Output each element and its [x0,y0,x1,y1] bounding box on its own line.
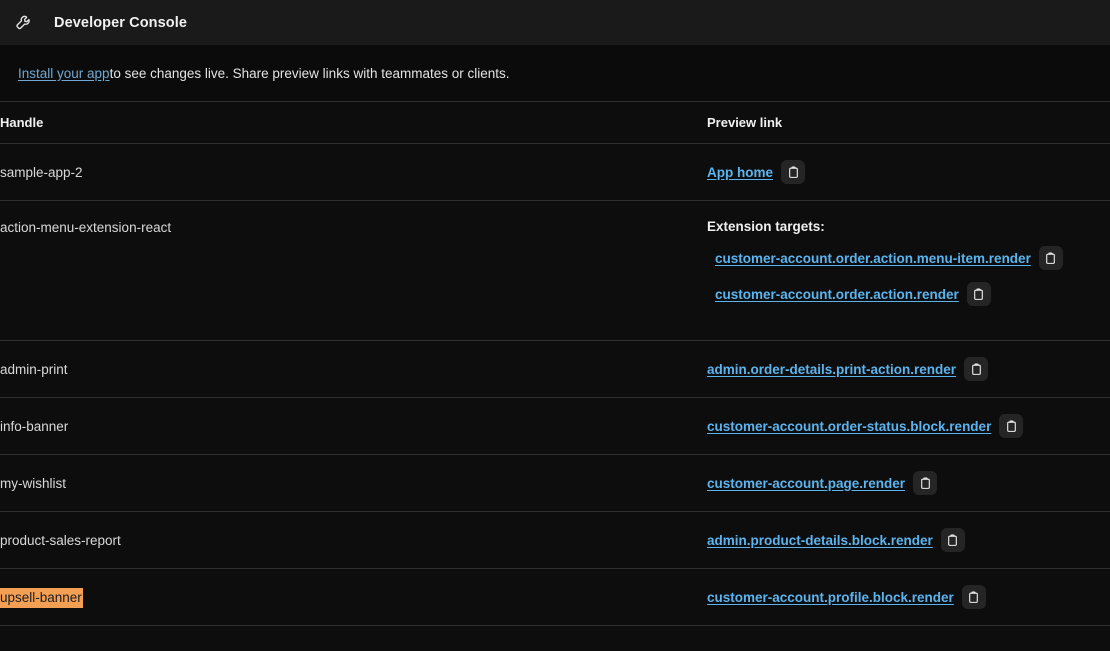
cell-handle: sample-app-2 [0,143,703,201]
handle-text: action-menu-extension-react [0,220,172,235]
table-body: sample-app-2 App home action-menu-extensio… [0,143,1110,625]
table-row: upsell-banner customer-account.profile.bl… [0,568,1110,625]
install-your-app-link[interactable]: Install your app [18,66,110,81]
handle-text: admin-print [0,361,68,377]
handle-text: my-wishlist [0,475,66,491]
copy-link-button[interactable] [966,282,991,306]
table-header-row: Handle Preview link [0,101,1110,144]
preview-link[interactable]: admin.order-details.print-action.render [707,362,956,377]
preview-link-row: customer-account.order-status.block.rend… [707,414,1110,438]
preview-link[interactable]: customer-account.profile.block.render [707,590,954,605]
cell-preview-link: App home [703,143,1110,201]
install-banner: Install your app to see changes live. Sh… [0,45,1110,101]
preview-link-row: customer-account.profile.block.render [707,585,1110,609]
preview-link-row: customer-account.order.action.render [707,282,1110,306]
copy-link-button[interactable] [1038,246,1063,270]
cell-preview-link: admin.order-details.print-action.render [703,340,1110,398]
table-footer-spacer [0,625,1110,651]
title-bar: Developer Console [0,0,1110,45]
copy-link-button[interactable] [999,414,1024,438]
column-header-handle: Handle [0,101,703,144]
handle-text: product-sales-report [0,532,121,548]
column-header-preview-link: Preview link [703,101,1110,144]
copy-link-button[interactable] [913,471,938,495]
table-row: action-menu-extension-react Extension tar… [0,200,1110,341]
clipboard-icon [1005,420,1018,433]
preview-link[interactable]: customer-account.page.render [707,476,905,491]
clipboard-icon [919,477,932,490]
preview-link[interactable]: admin.product-details.block.render [707,533,933,548]
cell-preview-link: customer-account.order-status.block.rend… [703,397,1110,455]
table-row: admin-print admin.order-details.print-act… [0,340,1110,398]
clipboard-icon [972,288,985,301]
preview-link-row: App home [707,160,1110,184]
cell-handle: admin-print [0,340,703,398]
cell-handle: info-banner [0,397,703,455]
wrench-icon [14,13,34,33]
cell-handle: action-menu-extension-react [0,200,703,341]
cell-handle: my-wishlist [0,454,703,512]
copy-link-button[interactable] [961,585,986,609]
clipboard-icon [1044,252,1057,265]
window-title: Developer Console [54,14,188,31]
extension-targets-label: Extension targets: [707,219,825,234]
clipboard-icon [970,363,983,376]
preview-link-row: admin.order-details.print-action.render [707,357,1110,381]
preview-link[interactable]: customer-account.order.action.menu-item.… [715,251,1031,266]
install-banner-text: to see changes live. Share preview links… [109,65,510,81]
preview-link-row: customer-account.page.render [707,471,1110,495]
preview-link-row: admin.product-details.block.render [707,528,1110,552]
preview-links-table: Handle Preview link sample-app-2 App home… [0,101,1110,625]
table-row: info-banner customer-account.order-status… [0,397,1110,455]
handle-text: sample-app-2 [0,164,83,180]
table-row: sample-app-2 App home [0,143,1110,201]
table-header: Handle Preview link [0,101,1110,144]
copy-link-button[interactable] [781,160,805,184]
clipboard-icon [787,166,800,179]
table-row: my-wishlist customer-account.page.render [0,454,1110,512]
handle-text-selected: upsell-banner [0,588,82,607]
cell-preview-link: customer-account.page.render [703,454,1110,512]
clipboard-icon [967,591,980,604]
preview-link[interactable]: App home [707,165,773,180]
preview-link[interactable]: customer-account.order-status.block.rend… [707,419,991,434]
cell-handle: product-sales-report [0,511,703,569]
cell-preview-link: customer-account.profile.block.render [703,568,1110,625]
cell-preview-link: Extension targets: customer-account.order… [703,200,1110,341]
table-row: product-sales-report admin.product-detail… [0,511,1110,569]
preview-link[interactable]: customer-account.order.action.render [715,287,959,302]
preview-link-row: customer-account.order.action.menu-item.… [707,246,1110,270]
copy-link-button[interactable] [940,528,965,552]
copy-link-button[interactable] [964,357,989,381]
clipboard-icon [946,534,959,547]
cell-handle: upsell-banner [0,568,703,625]
cell-preview-link: admin.product-details.block.render [703,511,1110,569]
handle-text: info-banner [0,418,69,434]
